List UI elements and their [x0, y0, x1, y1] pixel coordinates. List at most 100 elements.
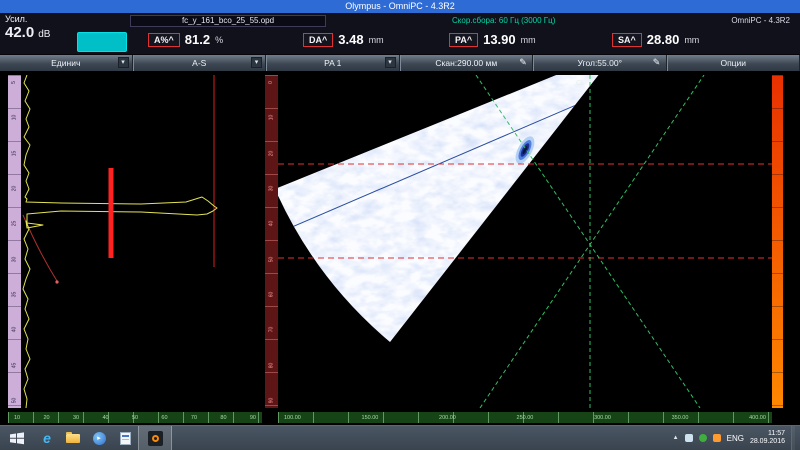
- ascan-trace: [23, 75, 217, 408]
- ruler-tick: 10: [269, 115, 274, 121]
- gain-label: Усил.: [5, 14, 50, 24]
- ruler-tick: 15: [12, 150, 17, 156]
- show-desktop-button[interactable]: [791, 426, 795, 450]
- screen: Olympus - OmniPC - 4.3R2 Усил. 42.0 dB fc…: [0, 0, 800, 450]
- sscan-position-ruler[interactable]: 100.00150.00200.00250.00300.00350.00400.…: [278, 412, 772, 423]
- ruler-tick: 5: [12, 81, 17, 84]
- window-title: Olympus - OmniPC - 4.3R2: [345, 1, 455, 11]
- sscan-plot[interactable]: CL: [278, 75, 772, 408]
- ruler-tick: 20: [43, 415, 49, 421]
- ruler-tick: 50: [132, 415, 138, 421]
- dac-cursor-dot: [55, 280, 58, 283]
- system-tray: ▲ ENG 11:57 28.09.2016: [673, 426, 800, 450]
- menu-item-pa-channel[interactable]: PA 1 ▾: [266, 55, 400, 71]
- amplitude-colorbar[interactable]: [772, 75, 783, 408]
- app-version: OmniPC - 4.3R2: [731, 16, 790, 25]
- menu-item-group-mode-label: Единич: [51, 58, 80, 68]
- gate-a-bar[interactable]: [109, 168, 114, 258]
- ie-icon: e: [43, 430, 51, 446]
- ruler-tick: 100.00: [284, 415, 301, 421]
- omnipc-icon: [148, 431, 163, 446]
- gain-unit: dB: [38, 29, 50, 40]
- ruler-tick: 300.00: [594, 415, 611, 421]
- ruler-tick: 350.00: [672, 415, 689, 421]
- ruler-tick: 40: [269, 221, 274, 227]
- document-icon: [120, 432, 131, 445]
- reading-pa-label: PA^: [449, 33, 478, 47]
- start-button[interactable]: [0, 426, 34, 450]
- ascan-view[interactable]: 5101520253035404550 102030405060708090: [0, 71, 265, 425]
- menu-item-options[interactable]: Опции: [667, 55, 800, 71]
- ruler-tick: 80: [269, 362, 274, 368]
- window-titlebar: Olympus - OmniPC - 4.3R2: [0, 0, 800, 13]
- menu-item-angle[interactable]: Угол:55.00° ✎: [533, 55, 667, 71]
- file-name-box: fc_y_161_bco_25_55.opd: [130, 15, 326, 27]
- ruler-tick: 40: [102, 415, 108, 421]
- edit-pencil-icon[interactable]: ✎: [651, 57, 663, 68]
- ruler-tick: 25: [12, 221, 17, 227]
- reading-sa-value: 28.80: [647, 32, 680, 47]
- indication-blob-2: [517, 187, 546, 223]
- menu-item-options-label: Опции: [720, 58, 746, 68]
- taskbar-document-app-button[interactable]: [112, 426, 138, 450]
- sscan-depth-ruler[interactable]: 0102030405060708090: [265, 75, 278, 408]
- clock[interactable]: 11:57 28.09.2016: [750, 430, 785, 446]
- ruler-tick: 90: [250, 415, 256, 421]
- ruler-tick: 60: [269, 292, 274, 298]
- menu-item-group-mode[interactable]: Единич ▾: [0, 55, 133, 71]
- menu-item-layout-label: A-S: [192, 58, 206, 68]
- clock-date: 28.09.2016: [750, 438, 785, 446]
- scan-area: 5101520253035404550 102030405060708090 0…: [0, 71, 800, 425]
- tray-icon-2[interactable]: [699, 434, 707, 442]
- reading-da-value: 3.48: [338, 32, 363, 47]
- taskbar-omnipc-button[interactable]: [138, 426, 172, 450]
- reading-da-label: DA^: [303, 33, 333, 47]
- ascan-depth-ruler[interactable]: 5101520253035404550: [8, 75, 21, 408]
- menu-item-layout[interactable]: A-S ▾: [133, 55, 267, 71]
- ruler-tick: 45: [12, 362, 17, 368]
- menu-bar: Единич ▾ A-S ▾ PA 1 ▾ Скан:290.00 мм ✎ У…: [0, 55, 800, 71]
- gain-value: 42.0: [5, 24, 34, 41]
- sscan-view[interactable]: 0102030405060708090: [265, 71, 800, 425]
- ruler-tick: 30: [73, 415, 79, 421]
- ruler-tick: 30: [12, 256, 17, 262]
- menu-item-scan-position-label: Скан:290.00 мм: [435, 58, 497, 68]
- file-name: fc_y_161_bco_25_55.opd: [182, 16, 274, 25]
- taskbar: e ▸ ▲ ENG 11:57 28.09.2016: [0, 425, 800, 450]
- ruler-tick: 50: [269, 256, 274, 262]
- ruler-tick: 40: [12, 327, 17, 333]
- ruler-tick: 10: [12, 115, 17, 121]
- edit-pencil-icon[interactable]: ✎: [517, 57, 529, 68]
- tray-icon-1[interactable]: [685, 434, 693, 442]
- gain-adjust-button[interactable]: [77, 32, 127, 52]
- chevron-down-icon[interactable]: ▾: [118, 57, 129, 68]
- chevron-down-icon[interactable]: ▾: [385, 57, 396, 68]
- reading-pa-value: 13.90: [483, 32, 516, 47]
- ruler-tick: 30: [269, 186, 274, 192]
- reading-da-unit: mm: [369, 35, 384, 45]
- taskbar-ie-button[interactable]: e: [34, 426, 60, 450]
- language-indicator[interactable]: ENG: [727, 434, 744, 443]
- ruler-tick: 50: [12, 398, 17, 404]
- sector-scan-fan: [278, 75, 688, 385]
- reading-depth-da[interactable]: DA^ 3.48 mm: [303, 32, 384, 47]
- reading-pa[interactable]: PA^ 13.90 mm: [449, 32, 536, 47]
- ascan-amplitude-ruler[interactable]: 102030405060708090: [8, 412, 262, 423]
- clock-time: 11:57: [750, 430, 785, 438]
- hidden-icons-chevron[interactable]: ▲: [673, 435, 679, 441]
- menu-item-scan-position[interactable]: Скан:290.00 мм ✎: [400, 55, 534, 71]
- indication-blob-3: [526, 255, 553, 289]
- windows-logo-icon: [9, 432, 25, 445]
- tray-icon-3[interactable]: [713, 434, 721, 442]
- ascan-plot[interactable]: [21, 75, 262, 408]
- ruler-tick: 35: [12, 292, 17, 298]
- gain-display[interactable]: Усил. 42.0 dB: [5, 14, 50, 42]
- reading-amplitude[interactable]: A%^ 81.2 %: [148, 32, 223, 47]
- chevron-down-icon[interactable]: ▾: [251, 57, 262, 68]
- reading-sa[interactable]: SA^ 28.80 mm: [612, 32, 699, 47]
- taskbar-media-player-button[interactable]: ▸: [86, 426, 112, 450]
- reading-sa-unit: mm: [684, 35, 699, 45]
- ruler-tick: 150.00: [362, 415, 379, 421]
- ruler-tick: 0: [269, 81, 274, 84]
- taskbar-explorer-button[interactable]: [60, 426, 86, 450]
